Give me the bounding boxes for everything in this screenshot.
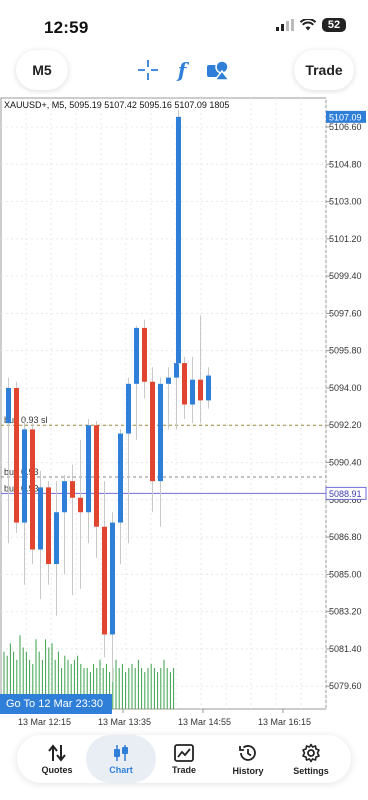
status-bar: 12:59 52 <box>0 0 368 46</box>
candle-body <box>70 481 75 498</box>
price-axis-label: 5086.80 <box>329 532 362 542</box>
candle-body <box>102 526 107 635</box>
candle-body <box>14 387 19 523</box>
candle-body <box>190 379 195 405</box>
price-axis-label: 5079.60 <box>329 681 362 691</box>
bottom-nav: Quotes Chart Trade History Settings <box>17 735 351 783</box>
time-axis-label: 13 Mar 16:15 <box>258 717 311 727</box>
nav-label-history: History <box>232 765 264 776</box>
candle-body <box>22 429 27 523</box>
candle-body <box>78 497 83 513</box>
price-axis-label: 5092.20 <box>329 420 362 430</box>
nav-label-quotes: Quotes <box>41 764 73 775</box>
nav-label-trade: Trade <box>171 764 196 775</box>
candle-body <box>182 363 187 405</box>
nav-history[interactable]: History <box>216 735 280 783</box>
nav-chart[interactable]: Chart <box>86 735 156 783</box>
candle-body <box>94 425 99 527</box>
chart-canvas[interactable]: 5106.60 5104.80 5103.00 5101.20 5099.40 5097.… <box>0 97 368 735</box>
candle-body <box>118 433 123 523</box>
candles-icon <box>114 744 128 761</box>
candle-body <box>198 379 203 401</box>
candle-body <box>54 512 59 565</box>
candle-body <box>30 429 35 550</box>
candle-body <box>126 383 131 434</box>
price-axis-label: 5103.00 <box>329 197 362 207</box>
time-axis-label: 13 Mar 14:55 <box>178 717 231 727</box>
candle-body <box>86 425 91 513</box>
chart-toolbar: M5 f Trade <box>0 50 368 92</box>
candle-body <box>134 327 139 384</box>
bid-price-label: 5088.91 <box>329 489 362 499</box>
price-axis-label: 5101.20 <box>329 234 362 244</box>
battery-indicator: 52 <box>322 18 346 32</box>
wifi-icon <box>300 19 316 31</box>
price-axis-label: 5106.60 <box>329 122 362 132</box>
chart-frame <box>0 97 327 710</box>
candle-body <box>206 375 211 401</box>
trade-button[interactable]: Trade <box>294 50 354 90</box>
price-axis-label: 5095.80 <box>329 346 362 356</box>
time-axis-label: 13 Mar 13:35 <box>98 717 151 727</box>
price-chart[interactable]: 5106.60 5104.80 5103.00 5101.20 5099.40 5097.… <box>0 97 368 735</box>
gear-icon <box>302 743 320 762</box>
nav-settings[interactable]: Settings <box>279 735 343 783</box>
candle-body <box>174 363 179 378</box>
indicators-function-icon[interactable]: f <box>170 58 194 82</box>
quotes-arrows-icon <box>48 743 66 762</box>
candle-body <box>150 381 155 482</box>
candle-body <box>142 327 147 382</box>
goto-date-button[interactable]: Go To 12 Mar 23:30 <box>0 694 112 714</box>
price-axis-label: 5097.60 <box>329 308 362 318</box>
status-time: 12:59 <box>44 18 89 37</box>
nav-quotes[interactable]: Quotes <box>25 735 89 783</box>
candle-body <box>110 522 115 635</box>
objects-shapes-icon[interactable] <box>206 58 230 82</box>
time-axis-label: 13 Mar 12:15 <box>18 717 71 727</box>
candle-body <box>46 487 51 565</box>
candle-body <box>62 481 67 513</box>
current-price-label: 5107.09 <box>329 112 362 122</box>
nav-label-settings: Settings <box>293 765 329 776</box>
price-axis-label: 5083.20 <box>329 607 362 617</box>
chart-header-ohlc: XAUUSD+, M5, 5095.19 5107.42 5095.16 510… <box>4 100 230 110</box>
cellular-signal-icon <box>276 19 294 31</box>
timeframe-button[interactable]: M5 <box>16 50 68 90</box>
candle-body <box>158 383 163 482</box>
crosshair-icon[interactable] <box>136 58 160 82</box>
price-axis-label: 5094.00 <box>329 383 362 393</box>
candle-body <box>38 487 43 550</box>
nav-trade[interactable]: Trade <box>152 735 216 783</box>
nav-label-chart: Chart <box>109 764 133 775</box>
candle-body <box>176 116 181 364</box>
price-axis-label: 5081.40 <box>329 644 362 654</box>
candle-body <box>6 387 11 424</box>
price-axis-label: 5099.40 <box>329 271 362 281</box>
status-icons: 52 <box>276 18 346 32</box>
price-axis-label: 5085.00 <box>329 569 362 579</box>
price-axis-label: 5104.80 <box>329 159 362 169</box>
trade-chart-icon <box>174 743 194 762</box>
candle-body <box>166 377 171 384</box>
history-clock-icon <box>239 744 256 761</box>
price-axis-label: 5090.40 <box>329 458 362 468</box>
